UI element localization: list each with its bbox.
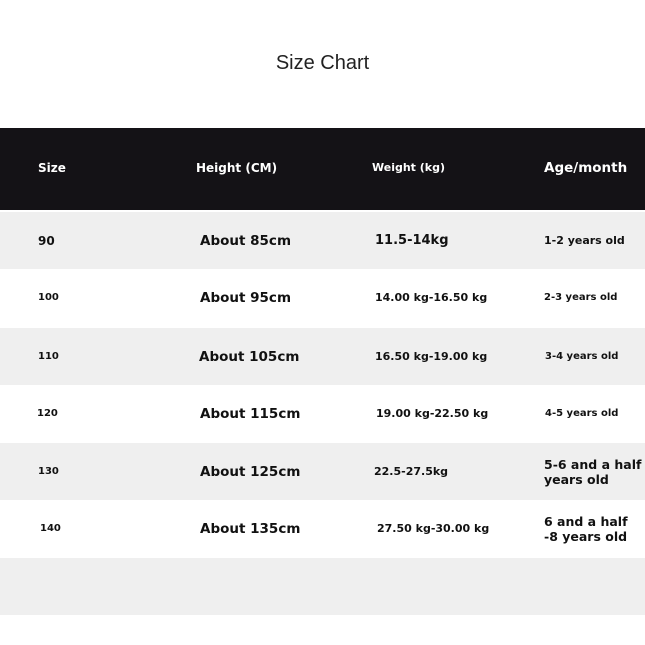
height-cell: About 95cm (200, 289, 292, 306)
table-row: 140 About 135cm 27.50 kg-30.00 kg 6 and … (0, 500, 645, 557)
age-cell: 3-4 years old (545, 351, 619, 362)
weight-cell: 22.5-27.5kg (374, 465, 449, 478)
weight-cell: 11.5-14kg (375, 233, 449, 248)
weight-cell: 19.00 kg-22.50 kg (376, 407, 489, 420)
height-cell: About 135cm (200, 520, 301, 537)
table-row: 100 About 95cm 14.00 kg-16.50 kg 2-3 yea… (0, 269, 645, 326)
weight-cell: 14.00 kg-16.50 kg (375, 291, 488, 304)
table-row: 110 About 105cm 16.50 kg-19.00 kg 3-4 ye… (0, 328, 645, 385)
age-cell: 4-5 years old (545, 408, 619, 419)
table-row-empty (0, 558, 645, 615)
height-cell: About 105cm (199, 348, 300, 365)
age-cell: 1-2 years old (544, 234, 625, 247)
header-age: Age/month (544, 160, 628, 176)
size-cell: 120 (37, 408, 58, 419)
table-header: Size Height (CM) Weight (kg) Age/month (0, 128, 645, 210)
size-cell: 110 (38, 351, 59, 362)
header-size: Size (38, 161, 66, 175)
weight-cell: 16.50 kg-19.00 kg (375, 350, 488, 363)
size-cell: 90 (38, 233, 55, 248)
header-height: Height (CM) (196, 161, 278, 175)
table-row: 130 About 125cm 22.5-27.5kg 5-6 and a ha… (0, 443, 645, 500)
table-row: 120 About 115cm 19.00 kg-22.50 kg 4-5 ye… (0, 385, 645, 442)
size-cell: 130 (38, 466, 59, 477)
age-cell: 6 and a half -8 years old (544, 513, 628, 544)
height-cell: About 85cm (200, 232, 292, 249)
height-cell: About 115cm (200, 405, 301, 422)
page-title: Size Chart (275, 52, 370, 74)
table-row: 90 About 85cm 11.5-14kg 1-2 years old (0, 212, 645, 269)
height-cell: About 125cm (200, 463, 301, 480)
size-cell: 100 (38, 292, 59, 303)
weight-cell: 27.50 kg-30.00 kg (377, 522, 490, 535)
header-weight: Weight (kg) (372, 161, 446, 174)
age-cell: 5-6 and a half years old (544, 456, 642, 487)
age-cell: 2-3 years old (544, 292, 618, 303)
size-cell: 140 (40, 523, 61, 534)
